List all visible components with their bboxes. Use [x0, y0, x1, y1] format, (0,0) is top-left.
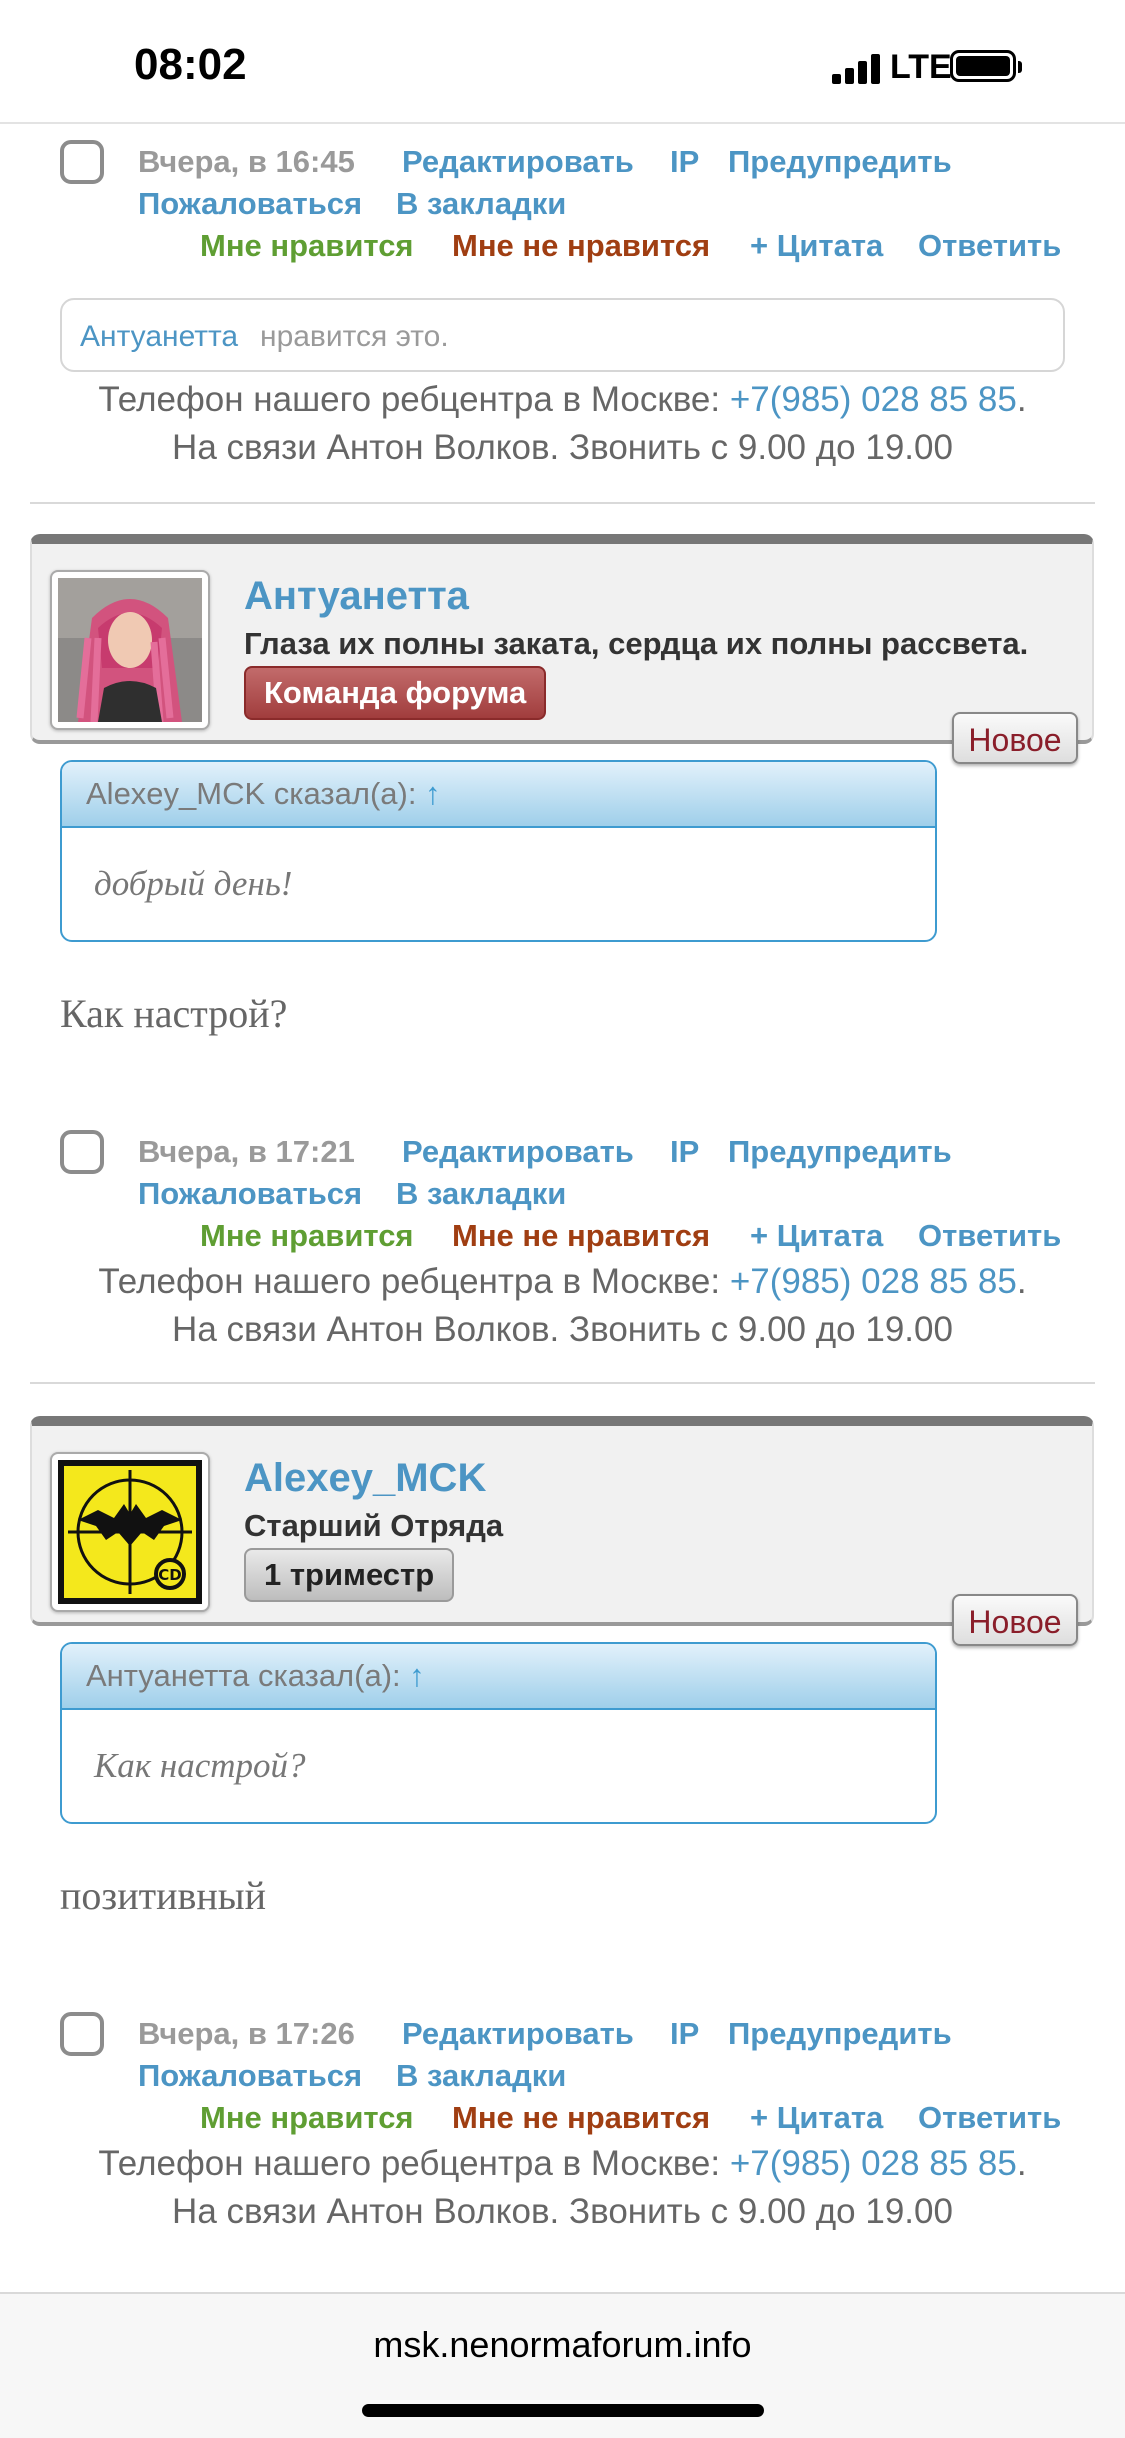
post-message: Как настрой? — [60, 991, 288, 1036]
avatar-image: CD — [58, 1460, 202, 1604]
report-link[interactable]: Пожаловаться — [138, 186, 362, 222]
quote-link[interactable]: + Цитата — [750, 2100, 883, 2136]
ip-link[interactable]: IP — [670, 144, 699, 180]
edit-link[interactable]: Редактировать — [402, 1134, 634, 1170]
quote-author-text: Alexey_MCK сказал(а): — [86, 776, 417, 811]
signature-line-1: Телефон нашего ребцентра в Москве: +7(98… — [0, 380, 1125, 420]
browser-address-bar: msk.nenormaforum.info — [0, 2292, 1125, 2438]
quote-author[interactable]: Антуанетта сказал(а): ↑ — [86, 1658, 425, 1694]
signature-text: Телефон нашего ребцентра в Москве: — [98, 2144, 730, 2183]
network-type: LTE — [890, 48, 952, 86]
avatar[interactable]: CD — [50, 1452, 210, 1612]
status-time: 08:02 — [134, 40, 247, 89]
phone-link[interactable]: +7(985) 028 85 85 — [730, 1262, 1017, 1301]
quote-link[interactable]: + Цитата — [750, 228, 883, 264]
rank-badge: 1 триместр — [244, 1548, 455, 1602]
warn-link[interactable]: Предупредить — [728, 1134, 952, 1170]
quote-header: Alexey_MCK сказал(а): ↑ — [62, 762, 935, 828]
quote-link[interactable]: + Цитата — [750, 1218, 883, 1254]
select-post-checkbox[interactable] — [60, 1130, 104, 1174]
phone-link[interactable]: +7(985) 028 85 85 — [730, 2144, 1017, 2183]
username-link[interactable]: Alexey_MCK — [244, 1456, 486, 1501]
select-post-checkbox[interactable] — [60, 2012, 104, 2056]
reply-link[interactable]: Ответить — [918, 2100, 1061, 2136]
signature-line-2: На связи Антон Волков. Звонить с 9.00 до… — [172, 428, 953, 467]
new-post-badge: Новое — [952, 712, 1078, 764]
dislike-link[interactable]: Мне не нравится — [452, 2100, 710, 2136]
report-link[interactable]: Пожаловаться — [138, 1176, 362, 1212]
signature-period: . — [1016, 2144, 1027, 2183]
quote-jump-icon[interactable]: ↑ — [425, 776, 441, 811]
battery-icon — [950, 50, 1022, 82]
likes-text: нравится это. — [260, 320, 449, 353]
post-message: позитивный — [60, 1873, 267, 1918]
phone-link[interactable]: +7(985) 028 85 85 — [730, 380, 1017, 419]
ip-link[interactable]: IP — [670, 1134, 699, 1170]
user-title: Глаза их полны заката, сердца их полны р… — [244, 626, 1029, 661]
warn-link[interactable]: Предупредить — [728, 144, 952, 180]
post-date[interactable]: Вчера, в 17:21 — [138, 1134, 355, 1170]
signature-line-1: Телефон нашего ребцентра в Москве: +7(98… — [0, 1262, 1125, 1302]
bookmark-link[interactable]: В закладки — [396, 1176, 566, 1212]
like-link[interactable]: Мне нравится — [200, 1218, 414, 1254]
home-indicator[interactable] — [362, 2404, 764, 2417]
post-divider — [30, 1382, 1095, 1384]
avatar-image — [58, 578, 202, 722]
username-link[interactable]: Антуанетта — [244, 574, 469, 619]
edit-link[interactable]: Редактировать — [402, 144, 634, 180]
user-info-block: CD Alexey_MCK Старший Отряда 1 триместр — [30, 1416, 1094, 1626]
dislike-link[interactable]: Мне не нравится — [452, 1218, 710, 1254]
status-bar: 08:02 LTE — [0, 0, 1125, 124]
like-link[interactable]: Мне нравится — [200, 228, 414, 264]
warn-link[interactable]: Предупредить — [728, 2016, 952, 2052]
quote-author-text: Антуанетта сказал(а): — [86, 1658, 401, 1693]
select-post-checkbox[interactable] — [60, 140, 104, 184]
signature-period: . — [1016, 380, 1027, 419]
signature-line-2: На связи Антон Волков. Звонить с 9.00 до… — [172, 1310, 953, 1349]
likes-summary: Антуанетта нравится это. — [60, 298, 1065, 372]
bookmark-link[interactable]: В закладки — [396, 186, 566, 222]
liker-link[interactable]: Антуанетта — [80, 320, 238, 354]
report-link[interactable]: Пожаловаться — [138, 2058, 362, 2094]
quote-author[interactable]: Alexey_MCK сказал(а): ↑ — [86, 776, 441, 812]
quote-jump-icon[interactable]: ↑ — [409, 1658, 425, 1693]
signature-text: Телефон нашего ребцентра в Москве: — [98, 380, 730, 419]
avatar[interactable] — [50, 570, 210, 730]
post-divider — [30, 502, 1095, 504]
cellular-signal-icon — [832, 52, 886, 84]
reply-link[interactable]: Ответить — [918, 1218, 1061, 1254]
user-info-block: Антуанетта Глаза их полны заката, сердца… — [30, 534, 1094, 744]
edit-link[interactable]: Редактировать — [402, 2016, 634, 2052]
dislike-link[interactable]: Мне не нравится — [452, 228, 710, 264]
signature-line-1: Телефон нашего ребцентра в Москве: +7(98… — [0, 2144, 1125, 2184]
reply-link[interactable]: Ответить — [918, 228, 1061, 264]
like-link[interactable]: Мне нравится — [200, 2100, 414, 2136]
ip-link[interactable]: IP — [670, 2016, 699, 2052]
quote-text: добрый день! — [94, 864, 293, 903]
svg-text:CD: CD — [158, 1566, 181, 1584]
user-title: Старший Отряда — [244, 1508, 504, 1543]
signature-text: Телефон нашего ребцентра в Москве: — [98, 1262, 730, 1301]
signature-line-2: На связи Антон Волков. Звонить с 9.00 до… — [172, 2192, 953, 2231]
post-date[interactable]: Вчера, в 16:45 — [138, 144, 355, 180]
quote-header: Антуанетта сказал(а): ↑ — [62, 1644, 935, 1710]
quote-text: Как настрой? — [94, 1746, 306, 1785]
post-date[interactable]: Вчера, в 17:26 — [138, 2016, 355, 2052]
signature-period: . — [1016, 1262, 1027, 1301]
bookmark-link[interactable]: В закладки — [396, 2058, 566, 2094]
quote-block: Антуанетта сказал(а): ↑ Как настрой? — [60, 1642, 937, 1824]
rank-badge: Команда форума — [244, 666, 547, 720]
url-display[interactable]: msk.nenormaforum.info — [0, 2324, 1125, 2366]
quote-block: Alexey_MCK сказал(а): ↑ добрый день! — [60, 760, 937, 942]
new-post-badge: Новое — [952, 1594, 1078, 1646]
